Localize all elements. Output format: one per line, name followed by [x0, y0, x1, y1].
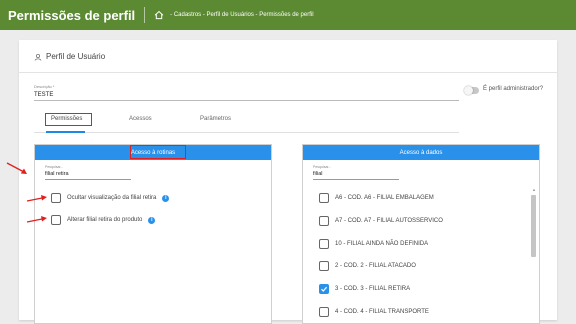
scroll-up-icon[interactable]: ▲: [532, 187, 536, 192]
tab-acessos[interactable]: Acessos: [129, 116, 152, 122]
list-item-label: 4 - COD. 4 - FILIAL TRANSPORTE: [335, 309, 429, 315]
checkbox[interactable]: [319, 261, 329, 271]
checkbox[interactable]: [319, 239, 329, 249]
checkbox-checked[interactable]: [319, 284, 329, 294]
highlight-box-routines: [130, 145, 186, 159]
list-item[interactable]: A6 - COD. A6 - FILIAL EMBALAGEM: [319, 193, 434, 203]
page-title: Permissões de perfil: [8, 7, 136, 23]
list-item-label: A6 - COD. A6 - FILIAL EMBALAGEM: [335, 195, 434, 201]
data-panel-title: Acesso à dados: [399, 149, 443, 156]
list-item[interactable]: 2 - COD. 2 - FILIAL ATACADO: [319, 261, 416, 271]
data-search-underline: [313, 179, 399, 180]
admin-label: É perfil administrador?: [483, 86, 544, 92]
list-item-label: 10 - FILIAL AINDA NÃO DEFINIDA: [335, 241, 429, 247]
list-item[interactable]: Alterar filial retira do produto i: [51, 215, 156, 225]
title-divider: [144, 7, 146, 23]
top-bar: Permissões de perfil - Cadastros - Perfi…: [0, 0, 576, 30]
data-access-panel: Acesso à dados Pesquisar... filial A6 - …: [302, 144, 540, 324]
routines-search[interactable]: Pesquisar... filial retira: [45, 165, 131, 180]
info-icon[interactable]: i: [162, 194, 170, 202]
checkbox[interactable]: [319, 193, 329, 203]
admin-toggle[interactable]: [464, 86, 479, 95]
profile-card: Perfil de Usuário Descrição * TESTE É pe…: [19, 40, 557, 324]
list-item-label: A7 - COD. A7 - FILIAL AUTOSSERVICO: [335, 218, 443, 224]
checkbox[interactable]: [51, 193, 61, 203]
description-underline: [34, 100, 459, 101]
routines-panel: Acesso à rotinas Pesquisar... filial ret…: [34, 144, 272, 324]
data-search-label: Pesquisar...: [313, 165, 332, 169]
list-item[interactable]: A7 - COD. A7 - FILIAL AUTOSSERVICO: [319, 216, 443, 226]
scroll-thumb[interactable]: [531, 195, 536, 257]
active-tab-indicator: [46, 131, 85, 133]
checkbox[interactable]: [319, 216, 329, 226]
list-item[interactable]: 10 - FILIAL AINDA NÃO DEFINIDA: [319, 239, 428, 249]
tab-bar: Permissões Acessos Parâmetros: [34, 111, 459, 133]
red-arrow-icon: [26, 216, 47, 223]
checkbox[interactable]: [51, 215, 61, 225]
red-arrow-icon: [26, 195, 47, 202]
breadcrumb[interactable]: - Cadastros - Perfil de Usuários - Permi…: [170, 12, 313, 18]
tabs-underline: [34, 132, 459, 133]
card-title: Perfil de Usuário: [46, 52, 106, 61]
list-item-label: 2 - COD. 2 - FILIAL ATACADO: [335, 263, 416, 269]
info-icon[interactable]: i: [148, 216, 156, 224]
data-search[interactable]: Pesquisar... filial: [313, 165, 399, 180]
scrollbar[interactable]: ▲: [530, 187, 537, 323]
description-label: Descrição *: [34, 84, 55, 89]
checkbox[interactable]: [319, 307, 329, 317]
red-arrow-icon: [6, 162, 27, 174]
routines-search-input[interactable]: filial retira: [45, 171, 131, 178]
data-panel-header: Acesso à dados: [303, 145, 539, 160]
check-icon: [321, 286, 328, 292]
routines-search-underline: [45, 179, 131, 180]
card-header: Perfil de Usuário: [34, 52, 105, 61]
home-icon[interactable]: [153, 9, 165, 21]
toggle-knob[interactable]: [464, 86, 473, 95]
list-item[interactable]: Ocultar visualização da filial retira i: [51, 193, 170, 203]
list-item[interactable]: 4 - COD. 4 - FILIAL TRANSPORTE: [319, 307, 429, 317]
profile-icon: [34, 53, 42, 61]
list-item-label: 3 - COD. 3 - FILIAL RETIRA: [335, 286, 411, 292]
tab-parametros[interactable]: Parâmetros: [200, 116, 231, 122]
routines-search-label: Pesquisar...: [45, 165, 64, 169]
description-field[interactable]: TESTE: [34, 92, 53, 98]
data-search-input[interactable]: filial: [313, 171, 399, 178]
header-divider: [19, 72, 557, 73]
routines-panel-header: Acesso à rotinas: [35, 145, 271, 160]
highlight-box-tab: [45, 113, 92, 126]
list-item[interactable]: 3 - COD. 3 - FILIAL RETIRA: [319, 284, 410, 294]
list-item-label: Alterar filial retira do produto: [67, 217, 143, 223]
list-item-label: Ocultar visualização da filial retira: [67, 195, 157, 201]
